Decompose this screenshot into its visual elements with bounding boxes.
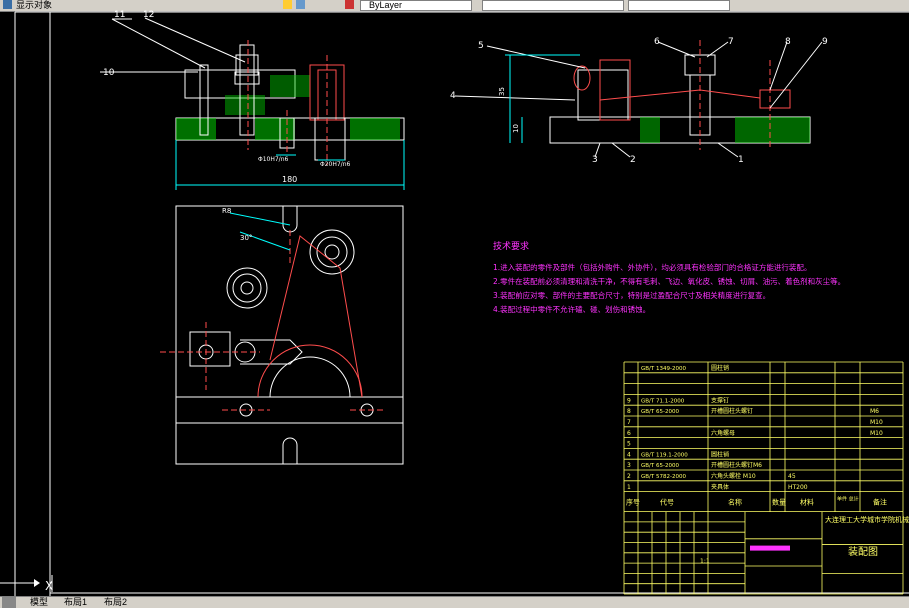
svg-text:X: X: [45, 579, 53, 593]
parts-no: 6: [627, 430, 631, 437]
parts-name: 六角螺母: [711, 429, 735, 437]
parts-header-code: 代号: [660, 498, 674, 507]
callout-8: 8: [785, 37, 791, 47]
tab-layout1[interactable]: 布局1: [64, 597, 87, 608]
parts-header-no: 序号: [626, 498, 640, 507]
parts-code: GB/T 119.1-2000: [641, 452, 688, 458]
parts-list: [623, 361, 904, 513]
callout-2: 2: [630, 155, 636, 165]
school-name: 大连理工大学城市学院机械学院: [825, 515, 909, 524]
parts-material: HT200: [788, 484, 808, 491]
ratio: 1:1: [700, 558, 710, 565]
dim-180: 180: [282, 175, 297, 184]
callout-11: 11: [114, 10, 125, 20]
parts-note: M10: [870, 430, 883, 437]
callout-1: 1: [738, 155, 744, 165]
parts-header-name: 名称: [728, 498, 742, 507]
callout-7: 7: [728, 37, 734, 47]
top-view: [160, 205, 404, 465]
tab-layout2[interactable]: 布局2: [104, 597, 127, 608]
tab-model[interactable]: 模型: [30, 597, 48, 608]
parts-note: M6: [870, 408, 879, 415]
parts-note: M10: [870, 419, 883, 426]
parts-no: 9: [627, 397, 631, 404]
drawing-canvas[interactable]: 11 12 10 180 Φ10H7/n6 Φ20H7/n6 5 6 7 8 9: [0, 0, 909, 607]
parts-code: GB/T 65-2000: [641, 409, 679, 415]
callout-4: 4: [450, 91, 456, 101]
parts-code: GB/T 5782-2000: [641, 474, 686, 480]
callout-9: 9: [822, 37, 828, 47]
parts-code: GB/T 71.1-2000: [641, 398, 685, 404]
parts-header-material: 材料: [800, 498, 814, 507]
tech-req-title: 技术要求: [493, 240, 529, 252]
parts-name: 六角头螺栓 M10: [711, 472, 756, 480]
dim-small: 10: [512, 124, 520, 133]
tech-req-1: 1.进入装配的零件及部件（包括外购件、外协件），均必须具有检验部门的合格证方能进…: [493, 262, 811, 272]
tech-req-3: 3.装配前应对零、部件的主要配合尺寸，特别是过盈配合尺寸及相关精度进行复查。: [493, 290, 770, 300]
parts-name: 开槽圆柱头螺钉: [711, 407, 753, 415]
parts-code: GB/T 65-2000: [641, 463, 679, 469]
parts-no: 4: [627, 451, 631, 458]
parts-no: 1: [627, 484, 631, 491]
front-section-view: [100, 17, 405, 190]
parts-no: 5: [627, 441, 631, 448]
parts-name: 支撑钉: [711, 396, 729, 404]
dim-angle: 30°: [240, 234, 252, 242]
parts-header-note: 备注: [873, 498, 887, 507]
dim-fit-a: Φ10H7/n6: [258, 156, 289, 163]
parts-header-qty: 数量: [772, 498, 786, 507]
layout-tab-bar: 模型 布局1 布局2: [0, 596, 909, 608]
parts-material: 45: [788, 473, 796, 480]
callout-12: 12: [143, 10, 154, 20]
callout-3: 3: [592, 155, 598, 165]
nav-arrow-icon[interactable]: [2, 597, 16, 608]
tech-req-2: 2.零件在装配前必须清理和清洗干净，不得有毛刺、飞边、氧化皮、锈蚀、切屑、油污、…: [493, 276, 845, 286]
parts-no: 8: [627, 408, 631, 415]
parts-no: 2: [627, 473, 631, 480]
dim-height: 35: [498, 87, 506, 96]
dim-r8: R8: [222, 207, 231, 215]
callout-6: 6: [654, 37, 660, 47]
parts-name: 圆柱销: [711, 450, 729, 458]
tech-req-4: 4.装配过程中零件不允许磕、碰、划伤和锈蚀。: [493, 304, 650, 314]
drawing-title: 装配图: [848, 545, 878, 558]
dim-fit-b: Φ20H7/n6: [320, 161, 351, 168]
ucs-icon: X: [0, 575, 53, 593]
callout-10: 10: [103, 68, 115, 78]
parts-name: 圆柱销: [711, 364, 729, 372]
parts-header-weight: 单件 总计: [837, 496, 859, 503]
parts-no: 3: [627, 462, 631, 469]
parts-no: 7: [627, 419, 631, 426]
callout-5: 5: [478, 41, 484, 51]
side-view: [454, 40, 823, 158]
parts-name: 开槽圆柱头螺钉M6: [711, 461, 762, 469]
parts-name: 夹具体: [711, 483, 729, 491]
parts-code: GB/T 1349-2000: [641, 366, 686, 372]
